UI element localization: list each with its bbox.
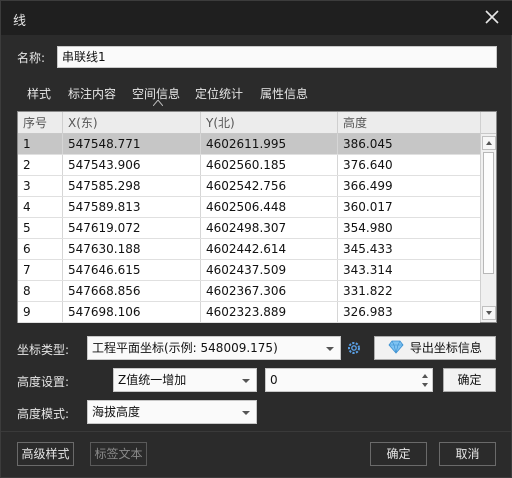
tab-annotation[interactable]: 标注内容 xyxy=(68,85,116,102)
diamond-icon xyxy=(388,340,404,354)
cell-x: 547646.615 xyxy=(63,260,201,280)
export-coords-button[interactable]: 导出坐标信息 xyxy=(374,336,496,360)
export-coords-label: 导出坐标信息 xyxy=(409,341,482,355)
vertical-scrollbar[interactable] xyxy=(480,134,496,322)
column-header-height[interactable]: 高度 xyxy=(338,112,480,134)
cell-height: 366.499 xyxy=(343,179,393,193)
tab-style[interactable]: 样式 xyxy=(27,85,51,102)
height-amount-spinbox[interactable]: 0 xyxy=(265,368,433,392)
cell-y: 4602506.448 xyxy=(201,197,338,217)
tab-location-stats[interactable]: 定位统计 xyxy=(195,85,243,102)
table-row[interactable]: 5 547619.072 4602498.307 354.980 xyxy=(18,218,480,239)
gear-icon[interactable] xyxy=(346,340,362,356)
cell-x: 547698.106 xyxy=(63,302,201,322)
cell-index: 6 xyxy=(18,239,63,259)
cell-height: 376.640 xyxy=(343,158,393,172)
window-title: 线 xyxy=(13,14,27,29)
cell-x: 547585.298 xyxy=(63,176,201,196)
label-text-button[interactable]: 标签文本 xyxy=(90,442,147,466)
cell-index: 7 xyxy=(18,260,63,280)
cell-height: 345.433 xyxy=(343,242,393,256)
cell-y: 4602437.509 xyxy=(201,260,338,280)
table-row[interactable]: 7 547646.615 4602437.509 343.314 xyxy=(18,260,480,281)
column-header-y[interactable]: Y(北) xyxy=(201,112,338,134)
cell-y: 4602323.889 xyxy=(201,302,338,322)
cell-index: 5 xyxy=(18,218,63,238)
chevron-down-icon xyxy=(242,411,250,415)
cell-height: 386.045 xyxy=(343,137,393,151)
height-setting-value: Z值统一增加 xyxy=(118,373,187,387)
cell-x: 547589.813 xyxy=(63,197,201,217)
table-header: 序号 X(东) Y(北) 高度 xyxy=(18,112,480,134)
table-row[interactable]: 6 547630.188 4602442.614 345.433 xyxy=(18,239,480,260)
cell-index: 3 xyxy=(18,176,63,196)
advanced-style-button[interactable]: 高级样式 xyxy=(17,442,74,466)
coord-type-label: 坐标类型: xyxy=(17,343,70,357)
cell-y: 4602560.185 xyxy=(201,155,338,175)
table-row[interactable]: 4 547589.813 4602506.448 360.017 xyxy=(18,197,480,218)
coord-type-value: 工程平面坐标(示例: 548009.175) xyxy=(92,341,278,355)
scroll-thumb[interactable] xyxy=(483,152,494,274)
spin-down-icon[interactable] xyxy=(420,380,430,390)
tab-attributes[interactable]: 属性信息 xyxy=(260,85,308,102)
cell-height: 354.980 xyxy=(343,221,393,235)
height-amount-value: 0 xyxy=(270,373,278,387)
cell-index: 8 xyxy=(18,281,63,301)
height-mode-value: 海拔高度 xyxy=(92,405,141,419)
cell-x: 547619.072 xyxy=(63,218,201,238)
height-mode-select[interactable]: 海拔高度 xyxy=(87,400,257,424)
name-label: 名称: xyxy=(17,51,46,65)
footer-divider xyxy=(1,431,512,432)
height-mode-label: 高度模式: xyxy=(17,407,70,421)
cell-x: 547543.906 xyxy=(63,155,201,175)
arrow-down-icon xyxy=(486,311,492,315)
cell-y: 4602542.756 xyxy=(201,176,338,196)
cell-height: 331.822 xyxy=(343,284,393,298)
table-row[interactable]: 2 547543.906 4602560.185 376.640 xyxy=(18,155,480,176)
cell-height: 343.314 xyxy=(343,263,393,277)
table-row[interactable]: 9 547698.106 4602323.889 326.983 xyxy=(18,302,480,323)
scroll-down-button[interactable] xyxy=(482,306,496,320)
line-properties-dialog: 线 名称: 串联线1 样式 标注内容 空间信息 定位统计 属性信息 序号 X(东… xyxy=(0,0,512,478)
coordinates-table: 序号 X(东) Y(北) 高度 1 547548.771 4602611.995 38… xyxy=(17,111,497,323)
coord-type-select[interactable]: 工程平面坐标(示例: 548009.175) xyxy=(87,336,341,360)
ok-button[interactable]: 确定 xyxy=(370,442,427,466)
cell-y: 4602442.614 xyxy=(201,239,338,259)
cell-x: 547668.856 xyxy=(63,281,201,301)
table-row[interactable]: 3 547585.298 4602542.756 366.499 xyxy=(18,176,480,197)
height-setting-label: 高度设置: xyxy=(17,375,70,389)
cell-y: 4602611.995 xyxy=(201,134,338,154)
table-row[interactable]: 1 547548.771 4602611.995 386.045 xyxy=(18,134,480,155)
column-header-x[interactable]: X(东) xyxy=(63,112,201,134)
header-corner xyxy=(480,112,496,134)
cell-x: 547548.771 xyxy=(63,134,201,154)
chevron-down-icon xyxy=(242,379,250,383)
cell-index: 4 xyxy=(18,197,63,217)
close-icon[interactable] xyxy=(483,8,501,26)
cell-height: 326.983 xyxy=(343,305,393,319)
height-setting-select[interactable]: Z值统一增加 xyxy=(113,368,257,392)
table-row[interactable]: 8 547668.856 4602367.306 331.822 xyxy=(18,281,480,302)
cell-x: 547630.188 xyxy=(63,239,201,259)
cell-index: 1 xyxy=(18,134,63,154)
title-bar: 线 xyxy=(1,1,512,35)
cell-index: 9 xyxy=(18,302,63,322)
cell-index: 2 xyxy=(18,155,63,175)
chevron-down-icon xyxy=(326,347,334,351)
cancel-button[interactable]: 取消 xyxy=(439,442,496,466)
scroll-up-button[interactable] xyxy=(482,136,496,150)
active-tab-indicator xyxy=(153,100,163,106)
cell-height: 360.017 xyxy=(343,200,393,214)
cell-y: 4602367.306 xyxy=(201,281,338,301)
arrow-up-icon xyxy=(486,141,492,145)
height-confirm-button[interactable]: 确定 xyxy=(443,368,496,392)
cell-y: 4602498.307 xyxy=(201,218,338,238)
column-header-index[interactable]: 序号 xyxy=(18,112,63,134)
name-input[interactable]: 串联线1 xyxy=(57,46,497,68)
